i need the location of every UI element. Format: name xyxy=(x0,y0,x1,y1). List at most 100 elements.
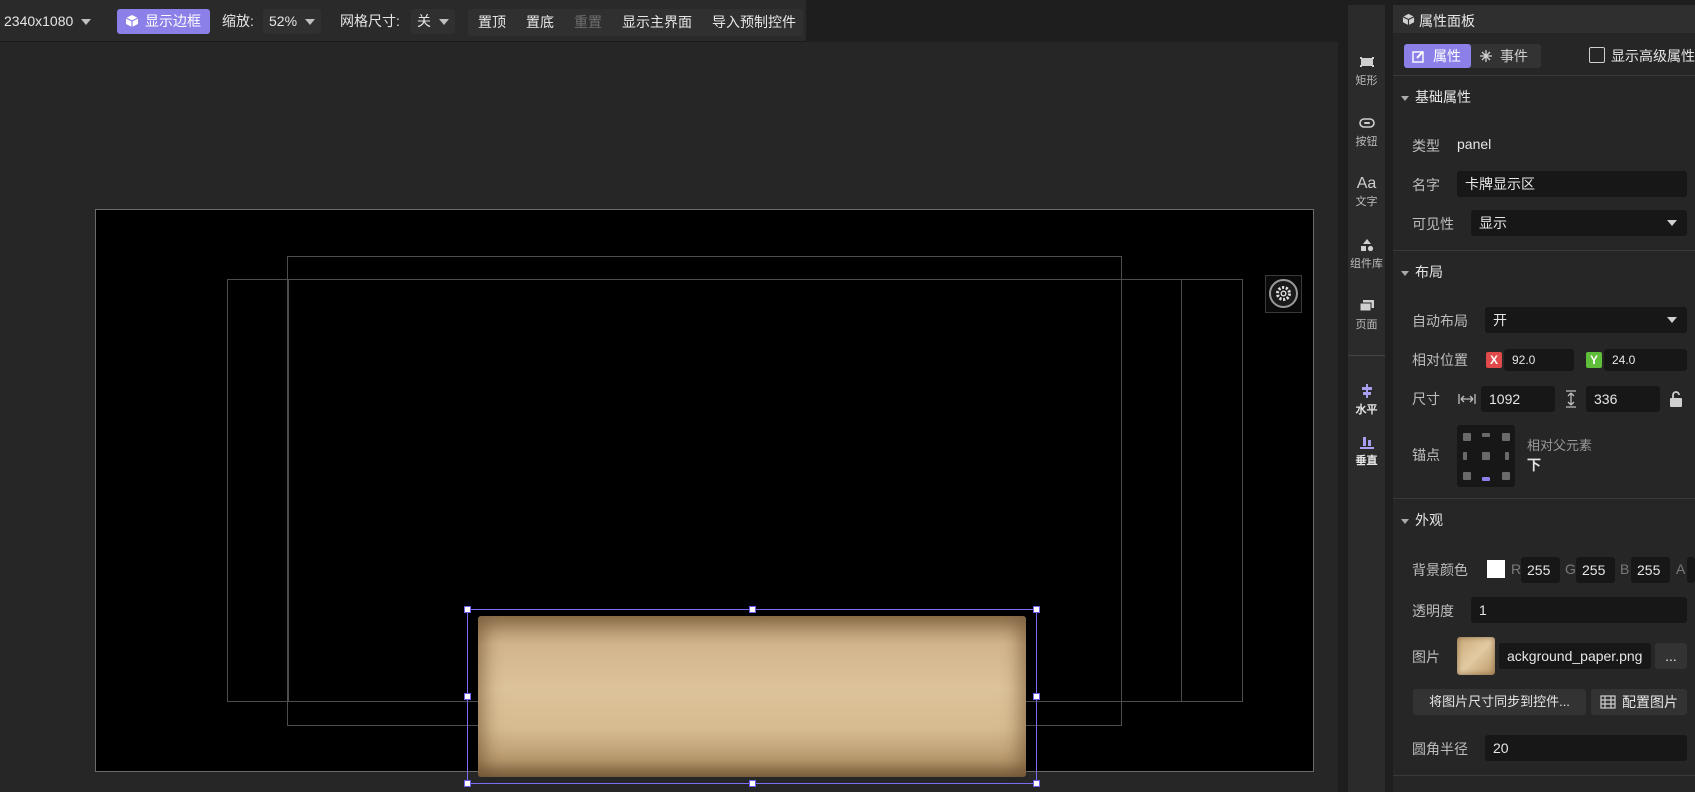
canvas-toolbar: 2340x1080 显示边框 缩放: 52% 网格尺寸: 关 置顶 置底 重置 … xyxy=(0,0,806,42)
auto-layout-value: 开 xyxy=(1493,312,1507,328)
bring-to-top-button[interactable]: 置顶 xyxy=(478,9,506,36)
lock-icon[interactable] xyxy=(1669,390,1683,408)
anchor-top[interactable] xyxy=(1482,433,1490,437)
grid-size-value: 关 xyxy=(417,13,431,29)
grid-size-dropdown[interactable]: 关 xyxy=(411,9,455,34)
visibility-dropdown[interactable]: 显示 xyxy=(1471,210,1687,236)
resize-handle-top[interactable] xyxy=(749,606,756,613)
import-prefab-button[interactable]: 导入预制控件 xyxy=(712,9,796,36)
button-icon xyxy=(1358,118,1375,128)
show-advanced-label: 显示高级属性 xyxy=(1611,48,1695,64)
panel-header: 属性面板 xyxy=(1393,5,1695,33)
vertical-align-icon xyxy=(1359,437,1374,449)
anchor-bottom-left[interactable] xyxy=(1463,472,1471,480)
section-divider xyxy=(1393,498,1695,499)
width-input[interactable]: 1092 xyxy=(1481,386,1555,412)
sync-image-size-button[interactable]: 将图片尺寸同步到控件... xyxy=(1413,689,1586,715)
arrange-button-group: 置顶 置底 重置 显示主界面 导入预制控件 xyxy=(468,9,803,36)
resolution-value: 2340x1080 xyxy=(4,13,74,29)
chevron-down-icon xyxy=(439,19,449,26)
r-input[interactable]: 255 xyxy=(1521,557,1560,583)
horizontal-align-icon xyxy=(1361,384,1372,398)
chevron-down-icon xyxy=(1667,317,1677,323)
chevron-down-icon xyxy=(305,19,316,26)
a-label: A xyxy=(1676,561,1686,577)
corner-radius-input[interactable]: 20 xyxy=(1485,735,1687,761)
tab-events-label: 事件 xyxy=(1500,48,1528,64)
resize-handle-top-left[interactable] xyxy=(464,606,471,613)
x-axis-badge: X xyxy=(1486,352,1502,368)
image-browse-button[interactable]: ... xyxy=(1655,643,1687,669)
send-to-bottom-button[interactable]: 置底 xyxy=(526,9,554,36)
section-basic-header[interactable]: 基础属性 xyxy=(1401,87,1471,107)
tool-vertical-align[interactable]: 垂直 xyxy=(1348,435,1385,468)
resolution-dropdown[interactable]: 2340x1080 xyxy=(4,9,92,34)
config-image-button[interactable]: 配置图片 xyxy=(1591,689,1687,715)
section-appearance-title: 外观 xyxy=(1415,512,1443,528)
g-input[interactable]: 255 xyxy=(1576,557,1615,583)
show-border-toggle[interactable]: 显示边框 xyxy=(117,9,210,34)
a-input[interactable] xyxy=(1687,557,1695,583)
image-thumbnail[interactable] xyxy=(1457,637,1495,675)
image-file-input[interactable]: ackground_paper.png xyxy=(1499,643,1651,669)
tab-events[interactable]: 事件 xyxy=(1471,44,1541,68)
name-input[interactable]: 卡牌显示区 xyxy=(1457,171,1687,197)
chevron-down-icon xyxy=(1667,220,1677,226)
tool-text[interactable]: Aa 文字 xyxy=(1348,175,1385,209)
anchor-label: 锚点 xyxy=(1412,447,1440,463)
anchor-bottom[interactable] xyxy=(1482,477,1490,481)
anchor-bottom-right[interactable] xyxy=(1502,472,1510,480)
anchor-top-right[interactable] xyxy=(1502,433,1510,441)
anchor-top-left[interactable] xyxy=(1463,433,1471,441)
page-icon xyxy=(1359,300,1374,312)
resize-handle-bottom-left[interactable] xyxy=(464,780,471,787)
section-divider xyxy=(1393,250,1695,251)
reset-button[interactable]: 重置 xyxy=(574,9,602,36)
resize-handle-bottom-right[interactable] xyxy=(1033,780,1040,787)
section-layout-header[interactable]: 布局 xyxy=(1401,262,1443,282)
height-input[interactable]: 336 xyxy=(1586,386,1660,412)
opacity-input[interactable]: 1 xyxy=(1471,597,1687,623)
zoom-dropdown[interactable]: 52% xyxy=(263,9,322,34)
tool-page[interactable]: 页面 xyxy=(1348,299,1385,332)
tool-rectangle[interactable]: 矩形 xyxy=(1348,55,1385,88)
tool-component-library-label: 组件库 xyxy=(1350,258,1383,270)
anchor-grid[interactable] xyxy=(1457,425,1515,487)
settings-widget[interactable] xyxy=(1265,275,1302,313)
tool-horizontal-align[interactable]: 水平 xyxy=(1348,384,1385,417)
tool-horizontal-label: 水平 xyxy=(1355,404,1378,416)
resize-handle-top-right[interactable] xyxy=(1033,606,1040,613)
component-library-icon xyxy=(1360,239,1373,252)
section-appearance-header[interactable]: 外观 xyxy=(1401,510,1443,530)
resize-handle-right[interactable] xyxy=(1033,693,1040,700)
tool-strip: 矩形 按钮 Aa 文字 组件库 页面 水平 垂直 xyxy=(1348,5,1385,792)
show-advanced-checkbox[interactable] xyxy=(1589,47,1605,63)
corner-radius-label: 圆角半径 xyxy=(1412,741,1468,757)
tool-button-label: 按钮 xyxy=(1355,136,1378,148)
anchor-left[interactable] xyxy=(1463,452,1467,460)
anchor-center[interactable] xyxy=(1482,452,1490,460)
bg-color-swatch[interactable] xyxy=(1487,560,1505,578)
image-label: 图片 xyxy=(1412,649,1440,665)
tool-button[interactable]: 按钮 xyxy=(1348,116,1385,149)
anchor-right[interactable] xyxy=(1505,452,1509,460)
section-divider xyxy=(1393,775,1695,776)
position-y-input[interactable]: 24.0 xyxy=(1604,349,1687,371)
resize-handle-bottom[interactable] xyxy=(749,780,756,787)
tool-vertical-label: 垂直 xyxy=(1355,455,1378,467)
tool-rectangle-label: 矩形 xyxy=(1355,75,1378,87)
edit-icon xyxy=(1412,50,1424,63)
section-basic-title: 基础属性 xyxy=(1415,89,1471,105)
auto-layout-dropdown[interactable]: 开 xyxy=(1485,307,1687,333)
show-main-ui-button[interactable]: 显示主界面 xyxy=(622,9,692,36)
position-x-input[interactable]: 92.0 xyxy=(1504,349,1574,371)
card-display-panel[interactable] xyxy=(464,606,1040,787)
panel-tabs: 属性 事件 xyxy=(1404,44,1541,68)
tab-properties[interactable]: 属性 xyxy=(1404,44,1471,68)
size-label: 尺寸 xyxy=(1412,391,1440,407)
tool-component-library[interactable]: 组件库 xyxy=(1348,238,1385,271)
visibility-label: 可见性 xyxy=(1412,216,1454,232)
b-input[interactable]: 255 xyxy=(1631,557,1670,583)
resize-handle-left[interactable] xyxy=(464,693,471,700)
property-panel: 属性面板 属性 事件 显示高级属性 基础属性 类型 panel 名字 卡牌显示区… xyxy=(1393,5,1695,792)
